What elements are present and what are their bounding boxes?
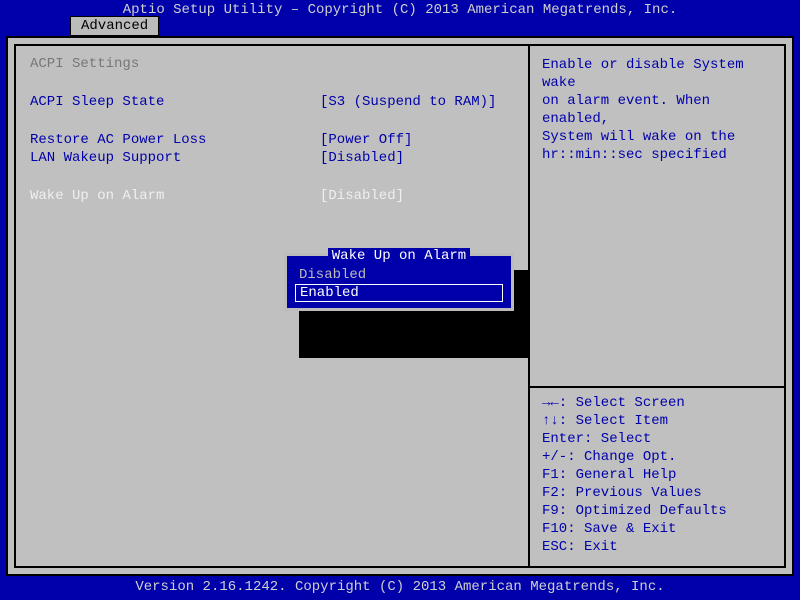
popup-option-disabled[interactable]: Disabled	[287, 266, 511, 284]
header-bar: Aptio Setup Utility – Copyright (C) 2013…	[0, 0, 800, 36]
setting-value: [Disabled]	[320, 188, 404, 204]
popup-option-enabled[interactable]: Enabled	[295, 284, 503, 302]
help-pane: Enable or disable System wake on alarm e…	[528, 44, 786, 568]
key-help-item: Enter: Select	[542, 430, 772, 448]
setting-row-active[interactable]: Wake Up on Alarm [Disabled]	[30, 188, 514, 204]
key-help-item: F2: Previous Values	[542, 484, 772, 502]
setting-row[interactable]: Restore AC Power Loss [Power Off]	[30, 132, 514, 148]
setting-value: [S3 (Suspend to RAM)]	[320, 94, 496, 110]
key-help-item: →←: Select Screen	[542, 394, 772, 412]
help-text: Enable or disable System wake on alarm e…	[542, 56, 772, 164]
footer-bar: Version 2.16.1242. Copyright (C) 2013 Am…	[0, 576, 800, 600]
option-popup: Wake Up on Alarm Disabled Enabled	[284, 253, 514, 311]
tab-advanced[interactable]: Advanced	[70, 16, 159, 36]
key-help-item: ↑↓: Select Item	[542, 412, 772, 430]
key-help-item: ESC: Exit	[542, 538, 772, 556]
help-divider	[530, 386, 784, 388]
setting-label: ACPI Sleep State	[30, 94, 320, 110]
section-title: ACPI Settings	[30, 56, 514, 72]
setting-row[interactable]: LAN Wakeup Support [Disabled]	[30, 150, 514, 166]
setting-value: [Disabled]	[320, 150, 404, 166]
setting-label: Restore AC Power Loss	[30, 132, 320, 148]
key-help: →←: Select Screen ↑↓: Select Item Enter:…	[542, 394, 772, 556]
setting-label: Wake Up on Alarm	[30, 188, 320, 204]
setting-row[interactable]: ACPI Sleep State [S3 (Suspend to RAM)]	[30, 94, 514, 110]
key-help-item: F1: General Help	[542, 466, 772, 484]
popup-title: Wake Up on Alarm	[287, 248, 511, 264]
setting-value: [Power Off]	[320, 132, 412, 148]
key-help-item: F10: Save & Exit	[542, 520, 772, 538]
key-help-item: F9: Optimized Defaults	[542, 502, 772, 520]
key-help-item: +/-: Change Opt.	[542, 448, 772, 466]
setting-label: LAN Wakeup Support	[30, 150, 320, 166]
